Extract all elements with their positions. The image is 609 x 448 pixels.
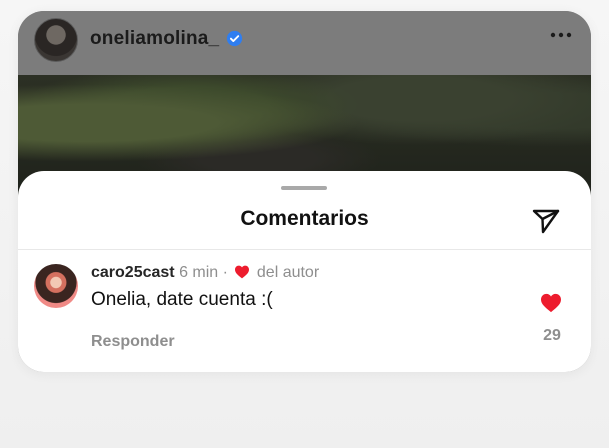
post-header: oneliamolina_ — [18, 11, 591, 75]
sheet-drag-handle[interactable] — [281, 186, 327, 190]
paper-plane-icon[interactable] — [530, 205, 562, 237]
commenter-username[interactable]: caro25cast — [91, 264, 175, 281]
post-author-avatar[interactable] — [34, 18, 78, 62]
meta-separator: · — [222, 264, 228, 281]
post-author-username[interactable]: oneliamolina_ — [90, 28, 219, 50]
comment-meta: caro25cast 6 min · del autor — [91, 264, 319, 282]
author-liked-heart-icon — [235, 265, 250, 279]
comment-time: 6 min — [179, 264, 219, 281]
header-divider — [18, 249, 591, 250]
more-options-icon[interactable] — [549, 25, 573, 45]
comments-title: Comentarios — [240, 207, 369, 230]
comment-like-heart-icon[interactable] — [540, 293, 562, 313]
comment-text: Onelia, date cuenta :( — [91, 289, 273, 310]
comments-sheet: Comentarios caro25cast 6 min · del autor… — [18, 171, 591, 372]
screenshot-page: oneliamolina_ Comentarios caro25cast 6 m… — [0, 0, 609, 448]
author-liked-label: del autor — [256, 264, 320, 281]
commenter-avatar[interactable] — [34, 264, 78, 308]
comment-like-count: 29 — [543, 327, 561, 344]
instagram-post-card: oneliamolina_ Comentarios caro25cast 6 m… — [18, 11, 591, 372]
reply-button[interactable]: Responder — [91, 333, 175, 351]
verified-badge-icon — [226, 30, 243, 47]
